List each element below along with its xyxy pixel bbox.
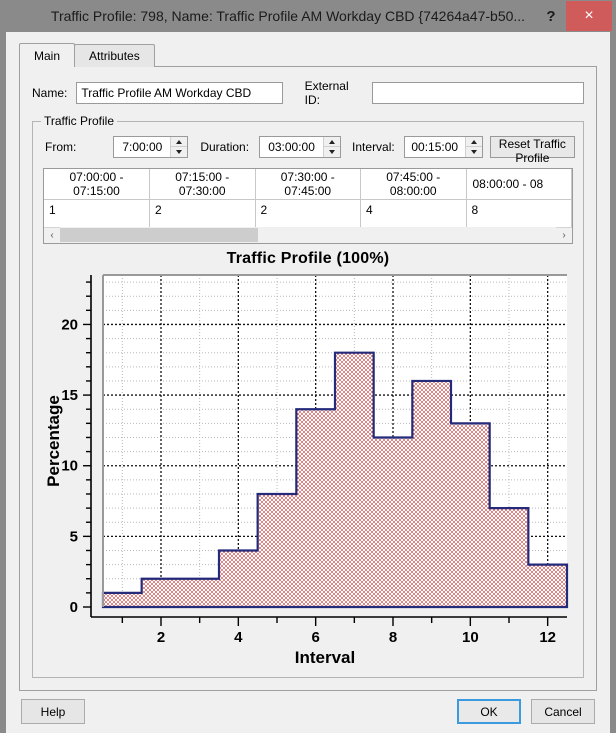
scrollbar-track[interactable] (60, 227, 556, 243)
duration-label: Duration: (200, 140, 250, 154)
interval-spinner-buttons[interactable] (464, 137, 482, 157)
table-horizontal-scrollbar[interactable]: ‹ › (44, 226, 572, 243)
from-spin-down-icon[interactable] (171, 147, 187, 157)
name-row: Name: External ID: (32, 79, 585, 107)
profile-controls-row: From: Duration: (45, 136, 575, 165)
scroll-right-icon[interactable]: › (556, 227, 572, 243)
svg-text:15: 15 (61, 387, 78, 404)
svg-text:10: 10 (61, 457, 78, 474)
svg-text:Percentage: Percentage (44, 395, 63, 487)
from-input[interactable] (114, 137, 171, 157)
from-label: From: (45, 140, 77, 154)
svg-text:10: 10 (462, 629, 479, 646)
interval-spin-up-icon[interactable] (465, 137, 482, 147)
svg-text:2: 2 (157, 629, 165, 646)
from-spinner[interactable] (113, 136, 189, 158)
cancel-button[interactable]: Cancel (531, 699, 595, 724)
from-spin-up-icon[interactable] (171, 137, 188, 147)
scroll-left-icon[interactable]: ‹ (44, 227, 60, 243)
table-header-cell[interactable]: 07:00:00 - 07:15:00 (44, 169, 150, 200)
title-bar: Traffic Profile: 798, Name: Traffic Prof… (0, 0, 616, 32)
window-title: Traffic Profile: 798, Name: Traffic Prof… (50, 8, 526, 24)
svg-text:0: 0 (70, 599, 78, 616)
table-cell[interactable]: 2 (149, 199, 256, 227)
interval-spinner[interactable] (403, 136, 483, 158)
interval-table: 07:00:00 - 07:15:00 07:15:00 - 07:30:00 … (43, 168, 573, 244)
chart-plot-area: 0 5 10 15 20 2 4 6 8 10 12 Interval Percentage (44, 273, 569, 667)
table-header-cell[interactable]: 07:45:00 - 08:00:00 (360, 169, 467, 200)
chart-title: Traffic Profile (100%) (226, 249, 390, 267)
duration-spin-down-icon[interactable] (324, 147, 340, 157)
help-icon[interactable]: ? (536, 0, 566, 32)
name-label: Name: (32, 86, 68, 100)
svg-text:Interval: Interval (295, 648, 355, 667)
tab-main[interactable]: Main (19, 43, 76, 67)
from-spinner-buttons[interactable] (170, 137, 188, 157)
table-header-cell[interactable]: 07:30:00 - 07:45:00 (255, 169, 361, 200)
table-cell[interactable]: 2 (255, 199, 361, 227)
external-id-input[interactable] (372, 82, 585, 104)
tab-attributes[interactable]: Attributes (74, 44, 155, 67)
svg-text:6: 6 (311, 629, 319, 646)
tab-page-main: Name: External ID: Traffic Profile From: (19, 66, 597, 691)
close-icon[interactable]: × (566, 1, 612, 31)
interval-input[interactable] (404, 137, 465, 157)
table-row: 1 2 2 4 8 (44, 199, 572, 227)
table-cell[interactable]: 1 (44, 199, 150, 227)
duration-input[interactable] (260, 137, 324, 157)
title-bar-buttons: ? × (536, 0, 616, 32)
help-button[interactable]: Help (21, 699, 85, 724)
external-id-label: External ID: (304, 79, 349, 107)
dialog-footer: Help OK Cancel (7, 691, 609, 732)
interval-label: Interval: (352, 140, 395, 154)
traffic-profile-chart: Traffic Profile (100%) 0 5 10 15 20 2 4 6 8 10 12 I… (41, 250, 575, 669)
interval-spin-down-icon[interactable] (466, 147, 482, 157)
dialog-client-area: Main Attributes Name: External ID: Traff… (6, 32, 610, 733)
traffic-profile-group: Traffic Profile From: Duration: (32, 114, 584, 678)
group-title: Traffic Profile (41, 114, 118, 128)
table-cell[interactable]: 8 (466, 199, 572, 227)
ok-button[interactable]: OK (457, 699, 521, 724)
duration-spin-up-icon[interactable] (324, 137, 341, 147)
svg-text:4: 4 (234, 629, 243, 646)
reset-traffic-profile-button[interactable]: Reset Traffic Profile (489, 136, 575, 165)
dialog-window: Traffic Profile: 798, Name: Traffic Prof… (0, 0, 616, 733)
tab-strip: Main Attributes (19, 43, 597, 67)
table-header-cell[interactable]: 08:00:00 - 08 (466, 169, 572, 200)
svg-text:20: 20 (61, 316, 78, 333)
table-header-cell[interactable]: 07:15:00 - 07:30:00 (149, 169, 256, 200)
table-header-row: 07:00:00 - 07:15:00 07:15:00 - 07:30:00 … (44, 169, 572, 200)
svg-text:5: 5 (70, 528, 78, 545)
svg-text:12: 12 (539, 629, 556, 646)
duration-spinner[interactable] (259, 136, 342, 158)
duration-spinner-buttons[interactable] (323, 137, 341, 157)
scrollbar-thumb[interactable] (60, 228, 259, 242)
interval-grid: 07:00:00 - 07:15:00 07:15:00 - 07:30:00 … (44, 169, 572, 227)
table-cell[interactable]: 4 (360, 199, 467, 227)
svg-text:8: 8 (389, 629, 397, 646)
name-input[interactable] (76, 82, 283, 104)
